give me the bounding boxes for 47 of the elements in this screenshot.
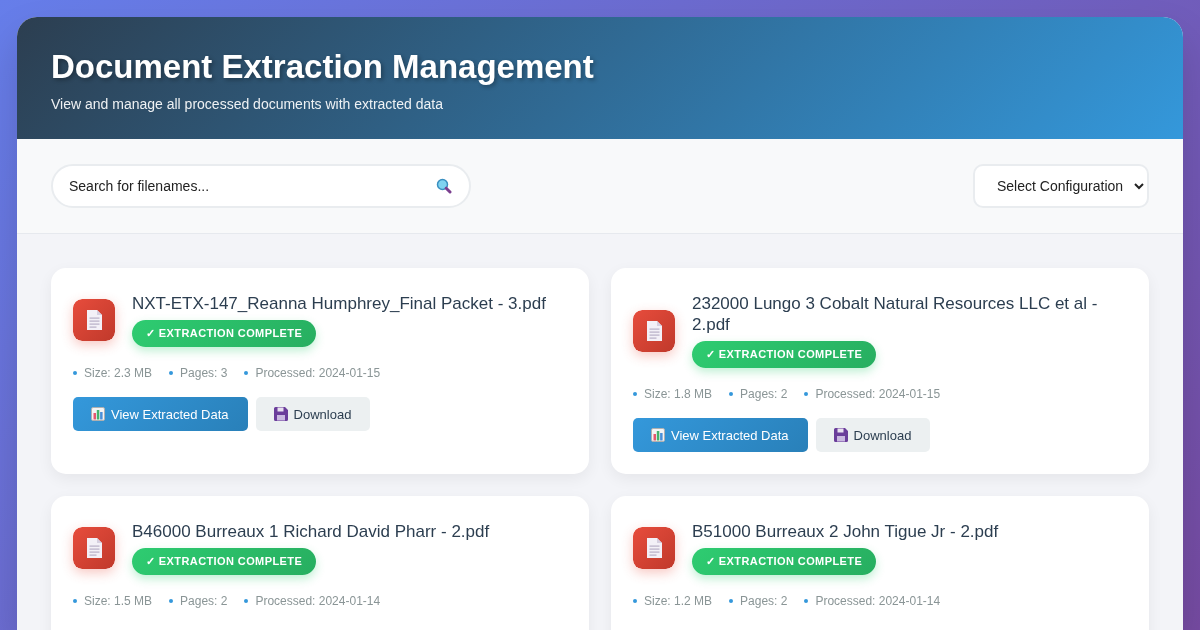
configuration-select[interactable]: Select Configuration [973, 164, 1149, 208]
document-file-icon [633, 527, 675, 569]
download-button[interactable]: Download [255, 397, 371, 431]
view-data-button[interactable]: View Extracted Data [73, 397, 248, 431]
view-data-button[interactable]: View Extracted Data [633, 418, 808, 452]
metadata-text: Size: 1.2 MB [644, 593, 713, 609]
download-button[interactable]: Download [815, 418, 931, 452]
document-file-icon [73, 527, 115, 569]
metadata-text: Size: 1.8 MB [644, 386, 713, 402]
bullet-icon [169, 371, 174, 375]
bullet-icon [633, 599, 637, 603]
file-name: 232000 Lungo 3 Cobalt Natural Resources LLC et al - 2.pdf [692, 293, 1099, 335]
file-name: NXT-ETX-147_Reanna Humphrey_Final Packet - 3.pdf [132, 293, 546, 314]
bullet-icon [804, 392, 809, 396]
metadata-text: Pages: 3 [180, 365, 228, 381]
bullet-icon [169, 599, 174, 603]
file-name: B51000 Burreaux 2 John Tigue Jr - 2.pdf [692, 521, 999, 542]
bar-chart-icon [91, 407, 105, 421]
bar-chart-icon [651, 428, 665, 442]
metadata-text: Processed: 2024-01-15 [815, 386, 941, 402]
bullet-icon [73, 371, 77, 375]
status-badge: ✓ EXTRACTION COMPLETE [692, 341, 877, 368]
bullet-icon [729, 599, 734, 603]
page-subtitle: View and manage all processed documents with extracted data [51, 96, 443, 112]
status-badge: ✓ EXTRACTION COMPLETE [132, 320, 317, 347]
bullet-icon [73, 599, 77, 603]
status-badge: ✓ EXTRACTION COMPLETE [692, 548, 877, 575]
document-file-icon [633, 309, 675, 352]
metadata-text: Size: 1.5 MB [84, 593, 153, 609]
bullet-icon [633, 392, 637, 396]
document-file-icon [73, 299, 115, 341]
bullet-icon [244, 599, 249, 603]
page-title: Document Extraction Management [51, 48, 594, 86]
metadata-text: Pages: 2 [740, 386, 788, 402]
metadata-text: Processed: 2024-01-14 [255, 593, 381, 609]
bullet-icon [244, 371, 249, 375]
metadata-text: Size: 2.3 MB [84, 365, 153, 381]
metadata-text: Processed: 2024-01-15 [255, 365, 381, 381]
metadata-text: Pages: 2 [180, 593, 228, 609]
status-badge: ✓ EXTRACTION COMPLETE [132, 548, 317, 575]
bullet-icon [804, 599, 809, 603]
metadata-text: Processed: 2024-01-14 [815, 593, 941, 609]
file-name: B46000 Burreaux 1 Richard David Pharr - 2.pdf [132, 521, 490, 542]
bullet-icon [729, 392, 734, 396]
search-field[interactable]: Search for filenames... [51, 164, 471, 208]
metadata-text: Pages: 2 [740, 593, 788, 609]
search-icon [436, 178, 452, 194]
